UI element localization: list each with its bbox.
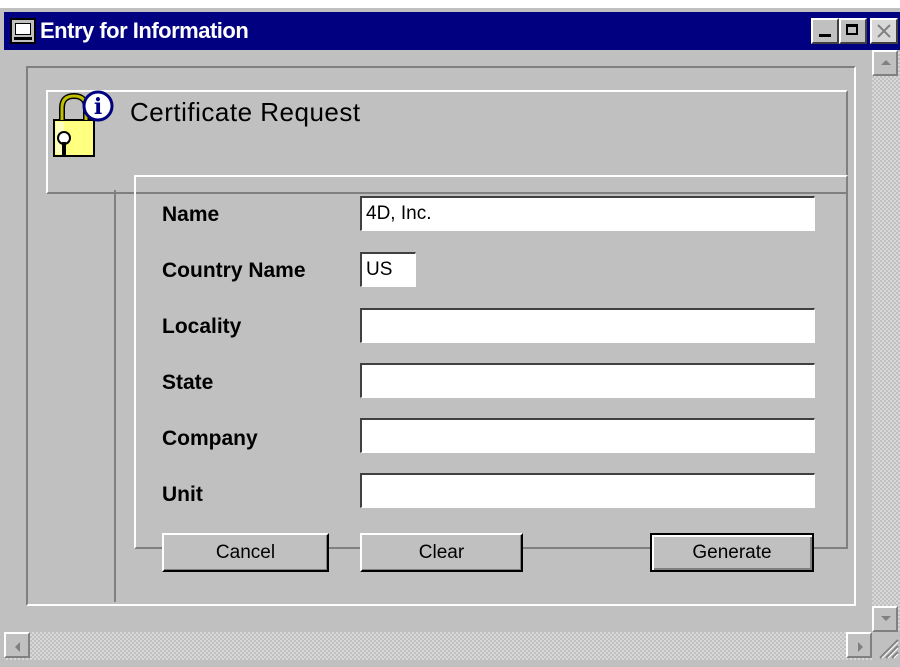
lock-info-icon: i [53,90,114,157]
vertical-scrollbar[interactable] [872,50,900,632]
company-field[interactable] [360,418,815,453]
cancel-button[interactable]: Cancel [162,533,329,572]
arrow-down-icon [881,616,891,621]
window-title: Entry for Information [40,18,249,43]
arrow-right-icon [858,642,863,652]
horizontal-scrollbar[interactable] [4,632,872,660]
label-country-name: Country Name [162,259,306,282]
state-field[interactable] [360,363,815,398]
label-company: Company [162,427,258,450]
country-name-field[interactable] [360,252,416,287]
scroll-up-button[interactable] [872,50,898,76]
close-icon [877,24,891,38]
window-controls [811,18,898,44]
name-field[interactable] [360,196,815,231]
label-unit: Unit [162,483,203,506]
page-title: Certificate Request [130,97,361,127]
maximize-button[interactable] [839,18,867,44]
title-bar[interactable]: Entry for Information [4,12,900,50]
resize-grip[interactable] [872,632,900,660]
app-window-icon[interactable] [10,18,36,44]
label-locality: Locality [162,315,242,338]
scroll-left-button[interactable] [4,632,30,658]
clear-button[interactable]: Clear [360,533,523,572]
resize-grip-icon [879,639,899,659]
arrow-left-icon [15,642,20,652]
minimize-button[interactable] [811,18,839,44]
label-state: State [162,371,214,394]
arrow-up-icon [881,60,891,65]
close-button[interactable] [870,18,898,44]
left-strip [46,190,116,602]
scroll-right-button[interactable] [846,632,872,658]
svg-text:i: i [94,94,102,120]
generate-button[interactable]: Generate [650,533,814,572]
unit-field[interactable] [360,473,815,508]
label-name: Name [162,203,220,226]
scroll-down-button[interactable] [872,606,898,632]
locality-field[interactable] [360,308,815,343]
